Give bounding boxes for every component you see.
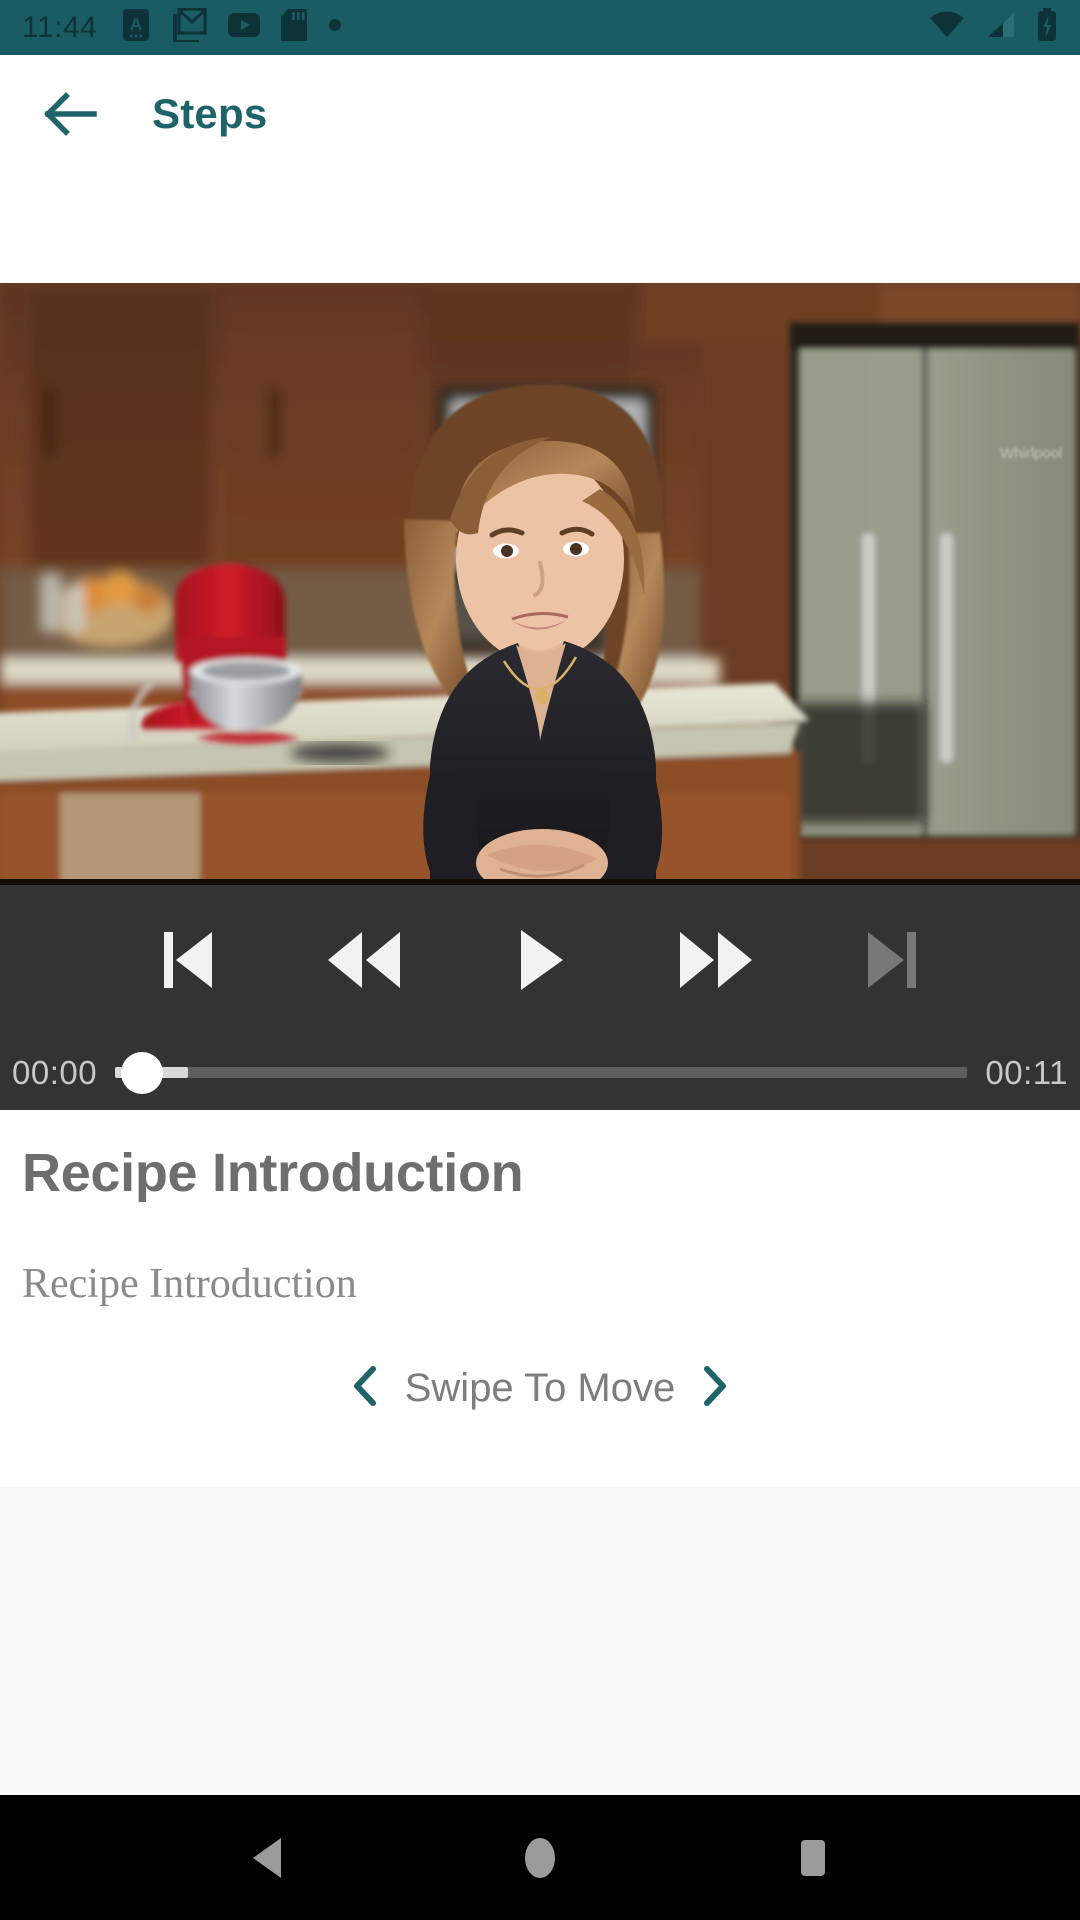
- arrow-left-icon: [44, 92, 97, 136]
- notification-dot-icon: [327, 17, 343, 38]
- skip-previous-icon: [164, 932, 212, 988]
- rewind-icon: [328, 932, 400, 988]
- status-bar-system-icons: [928, 8, 1058, 47]
- transport-controls: [0, 885, 1080, 1035]
- app-a-icon: A: [121, 8, 151, 47]
- battery-charging-icon: [1036, 8, 1058, 47]
- video-player-surface[interactable]: Whirlpool: [0, 283, 1080, 885]
- sd-card-icon: [281, 8, 308, 47]
- seek-slider[interactable]: [115, 1051, 968, 1094]
- current-time-label: 00:00: [12, 1053, 98, 1091]
- swipe-hint-label: Swipe To Move: [404, 1366, 676, 1410]
- android-navigation-bar: [0, 1795, 1080, 1920]
- skip-previous-button[interactable]: [133, 905, 243, 1015]
- fast-forward-icon: [680, 932, 752, 988]
- seek-bar-row: 00:00 00:11: [0, 1035, 1080, 1110]
- swipe-hint[interactable]: Swipe To Move: [0, 1365, 1080, 1412]
- chevron-right-icon[interactable]: [701, 1365, 729, 1412]
- status-bar-clock: 11:44: [22, 10, 98, 44]
- chevron-left-icon[interactable]: [351, 1365, 379, 1412]
- back-button[interactable]: [24, 91, 120, 137]
- fast-forward-button[interactable]: [661, 905, 771, 1015]
- svg-text:Whirlpool: Whirlpool: [1000, 445, 1063, 462]
- svg-text:A: A: [130, 15, 142, 34]
- status-bar: 11:44 A: [0, 0, 1080, 55]
- nav-home-circle-icon: [524, 1837, 555, 1878]
- status-bar-notification-icons: A: [121, 7, 928, 47]
- nav-back-triangle-icon: [252, 1837, 281, 1878]
- play-icon: [521, 930, 563, 990]
- app-bar: Steps: [0, 55, 1080, 283]
- android-recents-button[interactable]: [753, 1798, 873, 1918]
- cellular-signal-icon: [984, 10, 1018, 45]
- gmail-icon: [171, 7, 207, 47]
- step-detail-panel: Recipe Introduction Recipe Introduction …: [0, 1110, 1080, 1487]
- seek-thumb[interactable]: [121, 1051, 164, 1094]
- play-button[interactable]: [485, 905, 595, 1015]
- android-home-button[interactable]: [480, 1798, 600, 1918]
- android-back-button[interactable]: [207, 1798, 327, 1918]
- total-time-label: 00:11: [985, 1053, 1068, 1091]
- phone-screen: 11:44 A Steps Whirlpool 00:00 00:11 Reci…: [0, 0, 1080, 1920]
- step-title: Recipe Introduction: [22, 1143, 524, 1203]
- skip-next-icon: [868, 932, 916, 988]
- wifi-icon: [928, 10, 966, 45]
- content-spacer: [0, 1487, 1080, 1795]
- rewind-button[interactable]: [309, 905, 419, 1015]
- video-controls-bar: 00:00 00:11: [0, 885, 1080, 1110]
- nav-recents-square-icon: [801, 1839, 826, 1876]
- seek-track: [115, 1067, 968, 1078]
- youtube-icon: [227, 12, 261, 43]
- skip-next-button[interactable]: [837, 905, 947, 1015]
- video-frame: Whirlpool: [0, 283, 1080, 885]
- step-description: Recipe Introduction: [22, 1261, 357, 1307]
- page-title: Steps: [152, 90, 268, 137]
